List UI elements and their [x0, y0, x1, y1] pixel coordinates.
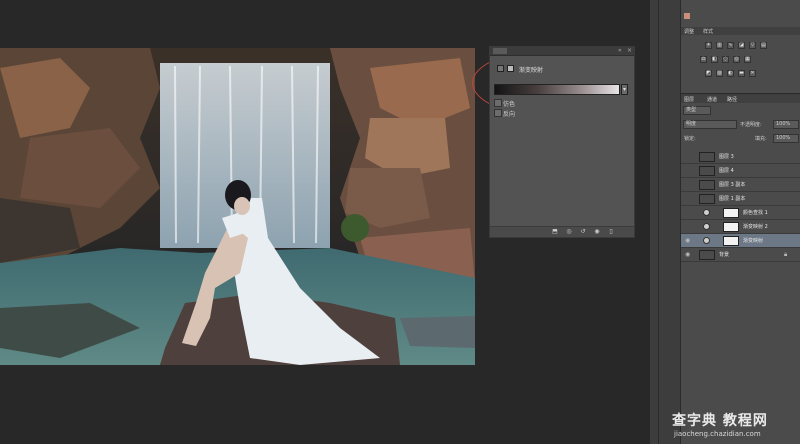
- previous-state-icon[interactable]: ◎: [566, 229, 572, 235]
- reverse-label: 反向: [503, 111, 516, 118]
- mask-icon[interactable]: [507, 65, 514, 72]
- threshold-icon[interactable]: ◐: [727, 70, 734, 77]
- tab-adjustments[interactable]: 调整: [684, 28, 694, 35]
- opacity-field[interactable]: 100%: [773, 120, 799, 129]
- layer-thumbnail: [699, 166, 715, 176]
- brightness-icon[interactable]: ☀: [705, 42, 712, 49]
- layers-tabs: 图层 通道 路径: [681, 93, 800, 103]
- layer-row[interactable]: ◉ 背景 🔒︎: [681, 248, 800, 262]
- right-dock: 调整 样式 ☀ ▥ ∿ ◪ ▽ ▤ ⚖ ◧ ◌ ◎ ▦ ◩ ▨ ◐ ▬ ✕ 图层…: [680, 0, 800, 444]
- layer-name: 图层 3: [719, 154, 734, 160]
- exposure-icon[interactable]: ◪: [738, 42, 745, 49]
- canvas-image[interactable]: [0, 48, 475, 365]
- gradient-dropdown-button[interactable]: ▾: [621, 84, 628, 95]
- tab-styles[interactable]: 样式: [703, 28, 713, 35]
- lock-label: 锁定:: [684, 136, 696, 142]
- lock-icon: 🔒︎: [784, 251, 788, 258]
- color-swatch[interactable]: [684, 13, 690, 19]
- close-icon[interactable]: ×: [627, 48, 632, 54]
- hue-icon[interactable]: ▤: [760, 42, 767, 49]
- layer-name: 图层 4: [719, 168, 734, 174]
- properties-tab[interactable]: [493, 48, 507, 54]
- collapse-icon[interactable]: «: [618, 48, 622, 54]
- opacity-label: 不透明度:: [740, 122, 762, 128]
- dither-checkbox[interactable]: [494, 99, 502, 107]
- reverse-checkbox[interactable]: [494, 109, 502, 117]
- layer-mask-thumbnail[interactable]: [723, 222, 739, 232]
- dock-separator[interactable]: [658, 0, 659, 444]
- properties-panel: « × 渐变映射 ▾ 仿色 反向 ⬒ ◎ ↺ ◉ ▯: [489, 46, 635, 238]
- layer-name: 图层 1 副本: [719, 196, 746, 202]
- watermark: 查字典 教程网 jiaocheng.chazidian.com: [672, 410, 796, 444]
- layer-row[interactable]: 图层 1 副本: [681, 192, 800, 206]
- channel-mixer-icon[interactable]: ◎: [733, 56, 740, 63]
- watermark-title: 查字典 教程网: [672, 413, 768, 429]
- curves-icon[interactable]: ∿: [727, 42, 734, 49]
- layer-name: 颜色查找 1: [743, 210, 768, 216]
- visibility-icon[interactable]: ◉: [594, 229, 600, 235]
- collapsed-dock: [650, 0, 680, 444]
- properties-title: 渐变映射: [519, 67, 544, 74]
- kind-filter-select[interactable]: 类型: [683, 106, 711, 115]
- adjustment-layer-icon: [497, 65, 504, 72]
- layer-row[interactable]: 图层 4: [681, 164, 800, 178]
- gradient-map-icon[interactable]: ▬: [738, 70, 745, 77]
- tab-layers[interactable]: 图层: [684, 96, 694, 103]
- layer-thumbnail: [699, 152, 715, 162]
- adjustment-layer-icon: [703, 237, 710, 244]
- layer-thumbnail: [699, 194, 715, 204]
- levels-icon[interactable]: ▥: [716, 42, 723, 49]
- tab-paths[interactable]: 路径: [727, 96, 737, 103]
- delete-icon[interactable]: ▯: [608, 229, 614, 235]
- color-balance-icon[interactable]: ⚖: [700, 56, 707, 63]
- adjustment-layer-icon: [703, 209, 710, 216]
- layer-thumbnail: [699, 180, 715, 190]
- layer-thumbnail: [699, 250, 715, 260]
- eye-icon[interactable]: ◉: [685, 238, 691, 244]
- layer-row[interactable]: 颜色查找 1: [681, 206, 800, 220]
- fill-field[interactable]: 100%: [773, 134, 799, 143]
- tab-channels[interactable]: 通道: [707, 96, 717, 103]
- adjustment-layer-icon: [703, 223, 710, 230]
- invert-icon[interactable]: ◩: [705, 70, 712, 77]
- layer-name: 渐变映射: [743, 238, 764, 244]
- eye-icon[interactable]: ◉: [685, 252, 691, 258]
- adjustments-tabs: 调整 样式: [681, 27, 800, 35]
- layer-name: 图层 3 副本: [719, 182, 746, 188]
- layer-mask-thumbnail[interactable]: [723, 236, 739, 246]
- reset-icon[interactable]: ↺: [580, 229, 586, 235]
- fill-label: 填充:: [755, 136, 767, 142]
- properties-panel-header[interactable]: « ×: [490, 47, 634, 56]
- gradient-picker[interactable]: [494, 84, 620, 95]
- layer-mask-thumbnail[interactable]: [723, 208, 739, 218]
- layer-row-selected[interactable]: ◉ 渐变映射: [681, 234, 800, 248]
- clip-to-layer-icon[interactable]: ⬒: [552, 229, 558, 235]
- dither-label: 仿色: [503, 101, 516, 108]
- layer-name: 渐变映射 2: [743, 224, 768, 230]
- photo-filter-icon[interactable]: ◌: [722, 56, 729, 63]
- layer-row[interactable]: 图层 3 副本: [681, 178, 800, 192]
- selective-color-icon[interactable]: ✕: [749, 70, 756, 77]
- layer-row[interactable]: 图层 3: [681, 150, 800, 164]
- properties-footer: ⬒ ◎ ↺ ◉ ▯: [490, 226, 634, 237]
- color-lookup-icon[interactable]: ▦: [744, 56, 751, 63]
- vibrance-icon[interactable]: ▽: [749, 42, 756, 49]
- layer-name: 背景: [719, 252, 730, 258]
- blend-mode-select[interactable]: 明度: [683, 120, 737, 129]
- watermark-url: jiaocheng.chazidian.com: [674, 430, 761, 438]
- bw-icon[interactable]: ◧: [711, 56, 718, 63]
- posterize-icon[interactable]: ▨: [716, 70, 723, 77]
- layer-row[interactable]: 渐变映射 2: [681, 220, 800, 234]
